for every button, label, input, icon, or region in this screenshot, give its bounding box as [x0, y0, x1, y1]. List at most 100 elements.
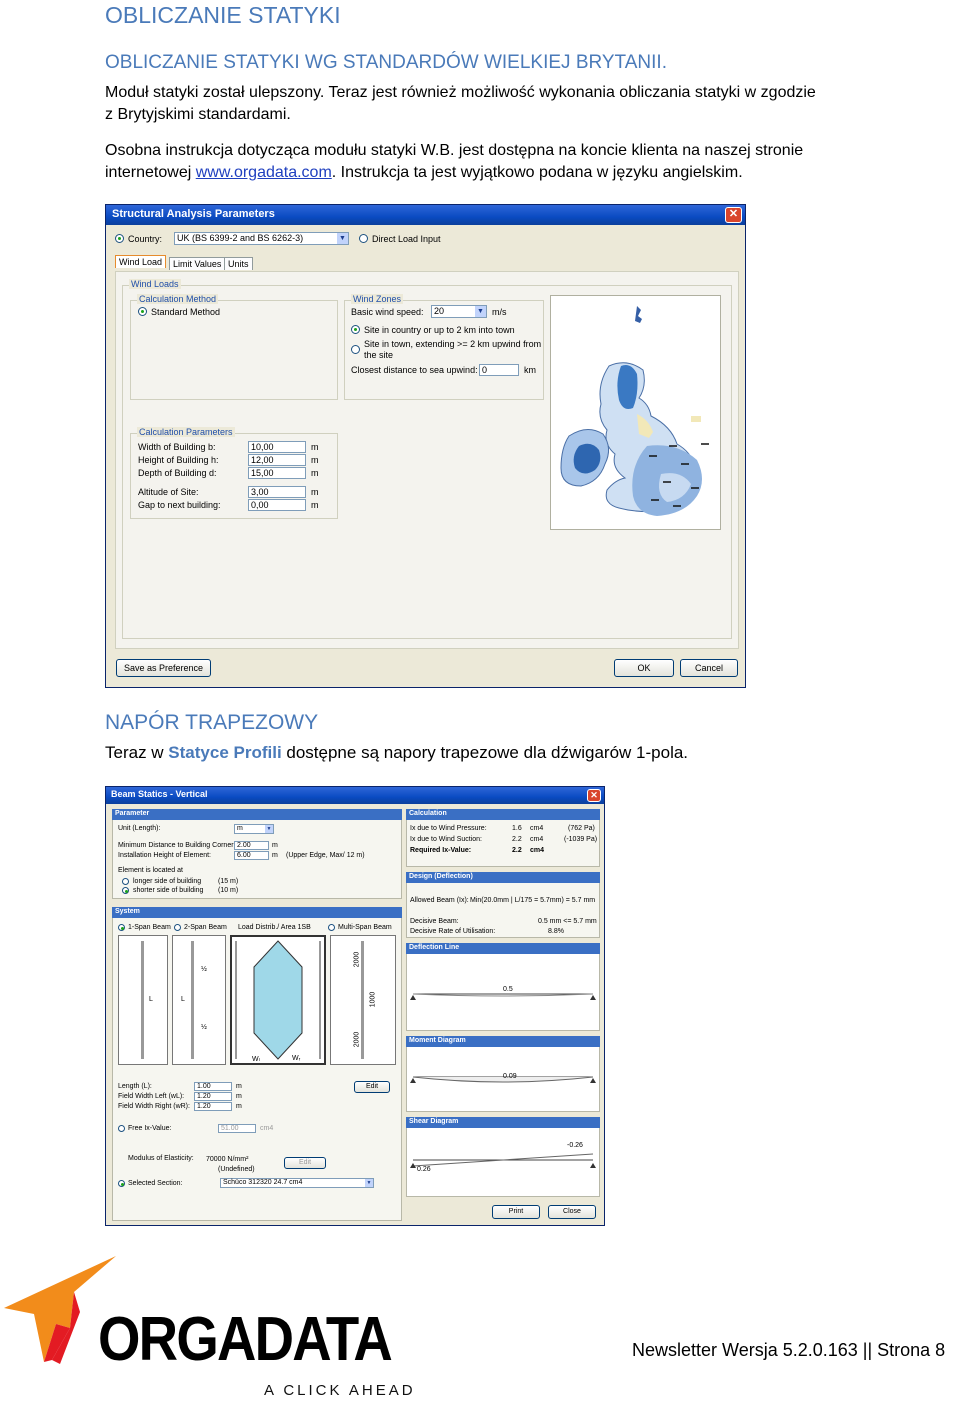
length-input[interactable]: 1.00: [194, 1082, 232, 1091]
param-depth-input[interactable]: 15,00: [248, 467, 306, 479]
decisive-beam-value: 0.5 mm <= 5.7 mm: [538, 918, 597, 925]
moment-panel: 0.09: [406, 1036, 600, 1112]
dialog1-close-icon[interactable]: ✕: [725, 207, 742, 223]
orgadata-link[interactable]: www.orgadata.com: [196, 164, 332, 181]
site-town-radio[interactable]: [351, 345, 360, 354]
longer-side-radio[interactable]: [122, 878, 129, 885]
tab-wind-load-label: Wind Load: [119, 257, 163, 267]
calc-suction-value: 2.2: [512, 836, 522, 843]
moment-header: Moment Diagram: [406, 1036, 600, 1047]
selected-section-select[interactable]: Schüco 312320 24.7 cm4 ▼: [220, 1178, 374, 1188]
param-altitude-label: Altitude of Site:: [138, 487, 199, 497]
save-preference-button[interactable]: Save as Preference: [116, 659, 211, 677]
free-ix-radio[interactable]: [118, 1125, 125, 1132]
dim-1000: 1000: [369, 991, 377, 1008]
basic-speed-label: Basic wind speed:: [351, 307, 424, 317]
param-width-input[interactable]: 10,00: [248, 441, 306, 453]
edit-dimensions-button[interactable]: Edit: [354, 1081, 390, 1093]
modulus-value: 70000 N/mm²: [206, 1156, 249, 1163]
direct-load-radio[interactable]: [359, 234, 368, 243]
system-1span-radio[interactable]: [118, 924, 125, 931]
fwr-input[interactable]: 1.20: [194, 1102, 232, 1111]
country-select[interactable]: UK (BS 6399-2 and BS 6262-3) ▼: [174, 232, 349, 245]
deflection-value: 0.5: [503, 986, 513, 993]
system-multispan-radio[interactable]: [328, 924, 335, 931]
closest-sea-input[interactable]: 0: [479, 364, 519, 376]
edit-modulus-button[interactable]: Edit: [284, 1157, 326, 1169]
calc-pressure-label: Ix due to Wind Pressure:: [410, 825, 487, 832]
system-2span-radio[interactable]: [174, 924, 181, 931]
decisive-beam-label: Decisive Beam:: [410, 918, 459, 925]
param-depth-unit: m: [311, 468, 319, 478]
uk-wind-map: [550, 295, 721, 530]
direct-load-label: Direct Load Input: [372, 234, 441, 244]
closest-sea-label: Closest distance to sea upwind:: [351, 365, 478, 375]
length-label: Length (L):: [118, 1083, 152, 1090]
uk-map-graphic: [560, 306, 709, 516]
length-unit: m: [236, 1083, 242, 1090]
selected-section-radio[interactable]: [118, 1180, 125, 1187]
beam-bar: [141, 941, 144, 1059]
structural-analysis-dialog: Structural Analysis Parameters ✕ Country…: [105, 204, 746, 688]
tab-units-label: Units: [228, 259, 249, 269]
free-ix-input[interactable]: 51.00: [218, 1124, 256, 1133]
dialog2-close-icon[interactable]: ✕: [587, 789, 601, 802]
param-gap-unit: m: [311, 500, 319, 510]
standard-method-label: Standard Method: [151, 307, 221, 317]
section2-text: Teraz w Statyce Profili dostępne są napo…: [105, 743, 688, 763]
beam-statics-dialog: Beam Statics - Vertical ✕ Parameter Unit…: [105, 786, 605, 1226]
chevron-down-icon: ▼: [337, 233, 348, 244]
para2-line2: internetowej www.orgadata.com. Instrukcj…: [105, 162, 743, 184]
system-2span-label: 2-Span Beam: [184, 924, 227, 931]
shorter-side-radio[interactable]: [122, 887, 129, 894]
tab-limit-values[interactable]: Limit Values: [169, 257, 226, 270]
country-radio[interactable]: [115, 234, 124, 243]
longer-side-value: (15 m): [218, 878, 239, 885]
calc-pressure-unit: cm4: [530, 825, 544, 832]
modulus-label: Modulus of Elasticity:: [128, 1155, 194, 1162]
site-country-radio[interactable]: [351, 325, 360, 334]
standard-method-radio[interactable]: [138, 307, 147, 316]
min-distance-input[interactable]: 2.00: [234, 841, 269, 850]
parameter-header: Parameter: [112, 809, 402, 820]
unit-length-select[interactable]: m ▼: [234, 824, 274, 834]
shear-value-left: 0.26: [417, 1166, 431, 1173]
site-town-label-1: Site in town, extending >= 2 km upwind f…: [364, 339, 542, 349]
close-button[interactable]: Close: [548, 1205, 596, 1219]
basic-speed-select[interactable]: 20 ▼: [431, 305, 487, 318]
country-value: UK (BS 6399-2 and BS 6262-3): [177, 233, 304, 243]
decisive-rate-label: Decisive Rate of Utilisation:: [410, 928, 496, 935]
param-height-input[interactable]: 12,00: [248, 454, 306, 466]
print-button[interactable]: Print: [492, 1205, 540, 1219]
beam-bar: [361, 941, 364, 1059]
tab-wind-load[interactable]: Wind Load: [115, 255, 167, 268]
dialog2-titlebar: Beam Statics - Vertical: [106, 787, 604, 804]
calculation-header: Calculation: [406, 809, 600, 820]
allowed-beam-label: Allowed Beam (Ix):: [410, 897, 469, 904]
closest-sea-unit: km: [524, 365, 536, 375]
calc-pressure-value: 1.6: [512, 825, 522, 832]
cancel-button[interactable]: Cancel: [680, 659, 738, 677]
install-height-label: Installation Height of Element:: [118, 852, 211, 859]
diagram-loaddistrib: Wₗ Wᵣ: [230, 935, 326, 1065]
tab-units[interactable]: Units: [224, 257, 253, 270]
unit-length-label: Unit (Length):: [118, 825, 161, 832]
calc-params-title: Calculation Parameters: [137, 427, 235, 437]
min-distance-label: Minimum Distance to Building Corner:: [118, 842, 236, 849]
fwl-input[interactable]: 1.20: [194, 1092, 232, 1101]
diagram-1span-L: L: [149, 996, 153, 1003]
system-header: System: [112, 907, 402, 918]
param-gap-input[interactable]: 0,00: [248, 499, 306, 511]
tab-limit-values-label: Limit Values: [173, 259, 222, 269]
para1-line1: Moduł statyki został ulepszony. Teraz je…: [105, 84, 816, 101]
fwr-label: Field Width Right (wR):: [118, 1103, 190, 1110]
diagram-multispan: 2000 1000 2000: [330, 935, 396, 1065]
country-label: Country:: [128, 234, 163, 244]
calc-required-unit: cm4: [530, 847, 545, 854]
param-depth-label: Depth of Building d:: [138, 468, 217, 478]
ok-button[interactable]: OK: [614, 659, 674, 677]
selected-section-value: Schüco 312320 24.7 cm4: [223, 1179, 303, 1186]
install-height-input[interactable]: 6.00: [234, 851, 269, 860]
param-altitude-unit: m: [311, 487, 319, 497]
param-altitude-input[interactable]: 3,00: [248, 486, 306, 498]
